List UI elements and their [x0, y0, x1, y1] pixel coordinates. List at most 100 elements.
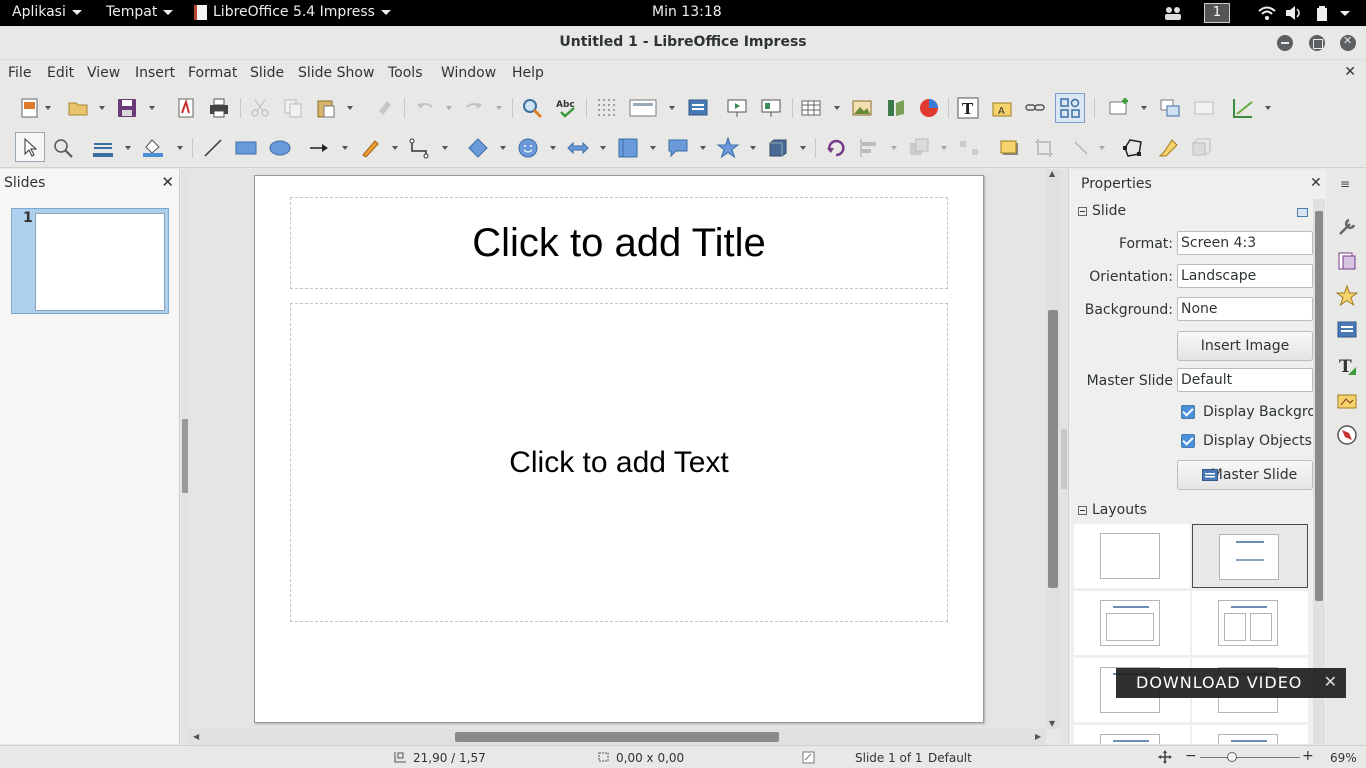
arrange-dropdown-chevron-icon[interactable]	[941, 146, 947, 150]
filter-dropdown-chevron-icon[interactable]	[1099, 146, 1105, 150]
copy-icon[interactable]	[282, 97, 304, 119]
new-document-icon[interactable]	[19, 97, 41, 119]
symbol-shapes-dropdown-chevron-icon[interactable]	[550, 146, 556, 150]
connector-icon[interactable]	[408, 137, 430, 159]
close-slides-pane-icon[interactable]: ✕	[161, 173, 174, 191]
hyperlink-icon[interactable]	[1024, 97, 1046, 119]
layout-dropdown-chevron-icon[interactable]	[1265, 106, 1271, 110]
paste-icon[interactable]	[315, 97, 337, 119]
3d-objects-icon[interactable]	[767, 137, 789, 159]
insert-image-button[interactable]: Insert Image	[1177, 331, 1313, 361]
text-box-icon[interactable]: T	[957, 97, 979, 119]
display-views-icon[interactable]	[629, 97, 657, 119]
maximize-button[interactable]	[1309, 35, 1325, 51]
layout-title-only[interactable]	[1192, 524, 1308, 588]
gallery-icon[interactable]	[1336, 389, 1358, 411]
symbol-shapes-smiley-icon[interactable]	[517, 137, 539, 159]
text-placeholder[interactable]: Click to add Text	[290, 303, 948, 622]
close-sidebar-icon[interactable]: ✕	[1310, 175, 1322, 191]
clone-formatting-icon[interactable]	[373, 97, 395, 119]
slide-section-header[interactable]: Slide	[1078, 203, 1126, 219]
clock[interactable]: Min 13:18	[652, 4, 722, 20]
filter-line-icon[interactable]	[1070, 137, 1092, 159]
zoom-slider-track[interactable]	[1200, 757, 1300, 758]
scroll-up-arrow-icon[interactable]: ▲	[1049, 169, 1055, 178]
master-slide-select[interactable]: Default	[1177, 368, 1313, 392]
flowchart-icon[interactable]	[617, 137, 639, 159]
slide-canvas[interactable]: Click to add Title Click to add Text	[254, 175, 984, 723]
styles-icon[interactable]: T	[1336, 355, 1358, 377]
battery-icon[interactable]	[1316, 6, 1328, 21]
splitter-grip[interactable]	[1061, 429, 1067, 489]
table-icon[interactable]	[800, 97, 822, 119]
vertical-scroll-thumb[interactable]	[1048, 310, 1058, 588]
more-options-icon[interactable]	[1297, 208, 1308, 217]
block-arrows-icon[interactable]	[567, 137, 589, 159]
display-objects-checkbox[interactable]: Display Objects	[1181, 433, 1312, 449]
app-menu[interactable]: LibreOffice 5.4 Impress	[194, 4, 391, 20]
basic-shapes-diamond-icon[interactable]	[467, 137, 489, 159]
format-select[interactable]: Screen 4:3	[1177, 231, 1313, 255]
sidebar-splitter[interactable]	[1060, 169, 1068, 744]
splitter-grip[interactable]	[182, 419, 188, 493]
workspace-indicator[interactable]: 1	[1204, 3, 1230, 23]
spelling-icon[interactable]: Abc	[555, 97, 577, 119]
lines-dropdown-chevron-icon[interactable]	[342, 146, 348, 150]
distribute-icon[interactable]	[958, 137, 980, 159]
select-arrow-icon[interactable]	[15, 132, 45, 162]
start-from-current-icon[interactable]	[760, 97, 782, 119]
insert-chart-icon[interactable]	[918, 97, 940, 119]
start-presentation-icon[interactable]	[726, 97, 748, 119]
duplicate-slide-icon[interactable]	[1159, 97, 1181, 119]
menu-view[interactable]: View	[87, 65, 120, 81]
slide-thumbnail-1[interactable]: 1	[11, 208, 169, 314]
line-color-icon[interactable]	[92, 137, 114, 159]
layout-blank[interactable]	[1074, 524, 1190, 588]
line-icon[interactable]	[202, 137, 224, 159]
layout-title-two-content[interactable]	[1192, 591, 1308, 655]
align-objects-icon[interactable]	[858, 137, 880, 159]
insert-audio-video-icon[interactable]	[885, 97, 907, 119]
menu-file[interactable]: File	[8, 65, 31, 81]
toggle-extrusion-icon[interactable]	[1190, 137, 1212, 159]
background-select[interactable]: None	[1177, 297, 1313, 321]
title-placeholder[interactable]: Click to add Title	[290, 197, 948, 289]
print-icon[interactable]	[208, 97, 230, 119]
layout-more-1[interactable]	[1074, 725, 1190, 744]
layout-title-content[interactable]	[1074, 591, 1190, 655]
menu-window[interactable]: Window	[441, 65, 496, 81]
minimize-button[interactable]	[1277, 35, 1293, 51]
close-window-button[interactable]	[1340, 34, 1356, 51]
shadow-icon[interactable]	[999, 137, 1021, 159]
cut-icon[interactable]	[249, 97, 271, 119]
ellipse-icon[interactable]	[269, 137, 291, 159]
fill-color-icon[interactable]	[142, 137, 164, 159]
undo-icon[interactable]	[414, 97, 436, 119]
navigator-compass-icon[interactable]	[1336, 424, 1358, 446]
properties-wrench-icon[interactable]	[1336, 216, 1358, 238]
align-dropdown-chevron-icon[interactable]	[891, 146, 897, 150]
redo-icon[interactable]	[463, 97, 485, 119]
3d-objects-dropdown-chevron-icon[interactable]	[800, 146, 806, 150]
crop-icon[interactable]	[1033, 137, 1055, 159]
scroll-down-arrow-icon[interactable]: ▼	[1049, 719, 1055, 728]
connectors-dropdown-chevron-icon[interactable]	[442, 146, 448, 150]
places-menu[interactable]: Tempat	[106, 4, 174, 20]
curves-dropdown-chevron-icon[interactable]	[392, 146, 398, 150]
master-slide-button[interactable]: Master Slide	[1177, 460, 1313, 490]
volume-icon[interactable]	[1285, 6, 1303, 20]
basic-shapes-dropdown-chevron-icon[interactable]	[500, 146, 506, 150]
animation-star-icon[interactable]	[1336, 285, 1358, 307]
zoom-slider-knob[interactable]	[1227, 752, 1237, 762]
sidebar-scroll-thumb[interactable]	[1315, 211, 1323, 601]
menu-slide[interactable]: Slide	[250, 65, 284, 81]
master-page-name[interactable]: Default	[928, 751, 972, 765]
horizontal-scroll-thumb[interactable]	[455, 732, 779, 742]
arrange-icon[interactable]	[908, 137, 930, 159]
zoom-out-icon[interactable]: −	[1185, 748, 1197, 764]
export-pdf-icon[interactable]	[175, 97, 197, 119]
line-color-dropdown-chevron-icon[interactable]	[125, 146, 131, 150]
menu-tools[interactable]: Tools	[388, 65, 423, 81]
system-menu-chevron-icon[interactable]	[1340, 11, 1350, 16]
flowchart-dropdown-chevron-icon[interactable]	[650, 146, 656, 150]
